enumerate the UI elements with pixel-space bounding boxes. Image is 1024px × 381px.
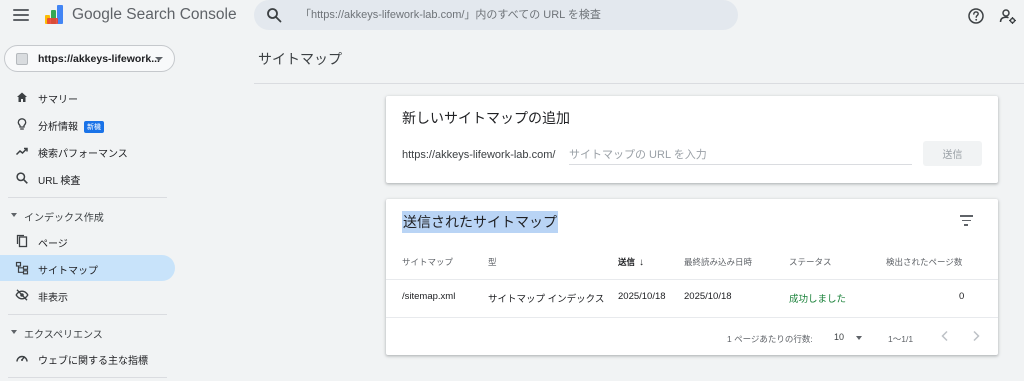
- page-title-divider: [254, 83, 1024, 84]
- sitemap-url-input[interactable]: [569, 146, 912, 165]
- submitted-sitemaps-card: 送信されたサイトマップ サイトマップ 型 送信 ↓ 最終読み込み日時 ステータス …: [386, 199, 998, 355]
- home-icon: [17, 92, 27, 102]
- chevron-left-icon[interactable]: [937, 328, 953, 344]
- product-name: Google Search Console: [72, 6, 237, 23]
- url-inspection-search[interactable]: [254, 0, 738, 30]
- sidebar-item-label: ページ: [38, 239, 68, 250]
- site-favicon-icon: [16, 53, 28, 65]
- add-sitemap-title: 新しいサイトマップの追加: [402, 110, 570, 126]
- new-badge: 新機: [84, 121, 104, 133]
- submitted-sitemaps-title: 送信されたサイトマップ: [402, 211, 558, 233]
- sidebar-item-label: 分析情報 新機: [38, 118, 104, 133]
- search-icon: [16, 172, 28, 184]
- sidebar-item-label: URL 検査: [38, 176, 81, 187]
- sidebar-divider: [8, 377, 167, 378]
- sidebar-divider: [8, 197, 167, 198]
- property-label: https://akkeys-lifework...: [38, 53, 160, 65]
- cell-discovered-pages: 0: [959, 291, 965, 302]
- top-app-bar: Google Search Console: [0, 0, 1024, 32]
- collapse-arrow-icon: [11, 330, 17, 334]
- cell-submitted: 2025/10/18: [618, 291, 666, 302]
- speed-icon: [16, 355, 28, 362]
- sidebar-item-performance[interactable]: 検索パフォーマンス: [0, 138, 175, 164]
- pagination-range: 1〜1/1: [888, 334, 914, 344]
- page-title: サイトマップ: [258, 51, 342, 67]
- trending-up-icon: [15, 147, 28, 156]
- sidebar-item-pages[interactable]: ページ: [0, 228, 175, 254]
- search-input[interactable]: [300, 0, 720, 30]
- rows-per-page-select[interactable]: 10: [834, 331, 866, 345]
- section-label: インデックス作成: [24, 213, 104, 224]
- sidebar-item-label: 検索パフォーマンス: [38, 149, 128, 160]
- arrow-down-icon: ↓: [639, 257, 645, 268]
- column-header-type[interactable]: 型: [488, 256, 497, 268]
- column-header-sitemap[interactable]: サイトマップ: [402, 256, 453, 268]
- property-selector[interactable]: https://akkeys-lifework...: [4, 45, 175, 72]
- cell-sitemap: /sitemap.xml: [402, 291, 456, 302]
- column-header-submitted[interactable]: 送信 ↓: [618, 256, 644, 268]
- cell-status: 成功しました: [789, 294, 847, 305]
- sidebar-section-indexing[interactable]: インデックス作成: [0, 204, 175, 226]
- column-header-status[interactable]: ステータス: [789, 256, 832, 268]
- sidebar-divider: [8, 314, 167, 315]
- sidebar-item-label: ウェブに関する主な指標: [38, 356, 148, 367]
- sitemap-icon: [15, 261, 29, 275]
- sidebar-section-experience[interactable]: エクスペリエンス: [0, 321, 175, 343]
- chevron-down-icon: [856, 336, 862, 340]
- rows-per-page-value: 10: [834, 332, 845, 342]
- sidebar-item-label: サイトマップ: [38, 266, 98, 277]
- sidebar-item-removals[interactable]: 非表示: [0, 282, 175, 308]
- site-url-prefix: https://akkeys-lifework-lab.com/: [402, 149, 556, 161]
- hamburger-icon[interactable]: [13, 7, 29, 23]
- sidebar-item-summary[interactable]: サマリー: [0, 84, 175, 110]
- column-header-last-read[interactable]: 最終読み込み日時: [684, 256, 752, 268]
- sidebar-item-label: サマリー: [38, 95, 78, 106]
- sidebar-item-label: 非表示: [38, 293, 68, 304]
- sidebar-item-sitemaps[interactable]: サイトマップ: [0, 255, 175, 281]
- cell-type: サイトマップ インデックス: [488, 294, 605, 305]
- chevron-right-icon[interactable]: [968, 328, 984, 344]
- column-header-discovered-pages[interactable]: 検出されたページ数: [886, 256, 962, 268]
- submit-button[interactable]: 送信: [923, 141, 982, 166]
- cell-last-read: 2025/10/18: [684, 291, 732, 302]
- filter-icon[interactable]: [957, 211, 975, 229]
- section-label: エクスペリエンス: [24, 330, 103, 341]
- visibility-off-icon: [15, 289, 29, 301]
- pages-icon: [16, 234, 28, 248]
- manage-accounts-icon[interactable]: [998, 6, 1018, 26]
- search-console-logo: [45, 5, 63, 24]
- add-sitemap-card: 新しいサイトマップの追加 https://akkeys-lifework-lab…: [386, 96, 998, 183]
- table-row-divider: [386, 279, 998, 280]
- sidebar-item-insights[interactable]: 分析情報 新機: [0, 111, 175, 137]
- sidebar-item-core-web-vitals[interactable]: ウェブに関する主な指標: [0, 345, 175, 371]
- chevron-down-icon: [155, 57, 163, 61]
- search-icon[interactable]: [266, 7, 282, 23]
- table-row-divider: [386, 317, 998, 318]
- help-icon[interactable]: [966, 6, 986, 26]
- rows-per-page-label: 1 ページあたりの行数:: [727, 334, 813, 344]
- column-header-label: 送信: [618, 257, 636, 267]
- lightbulb-icon: [17, 118, 27, 130]
- collapse-arrow-icon: [11, 213, 17, 217]
- sidebar-item-url-inspection[interactable]: URL 検査: [0, 165, 175, 191]
